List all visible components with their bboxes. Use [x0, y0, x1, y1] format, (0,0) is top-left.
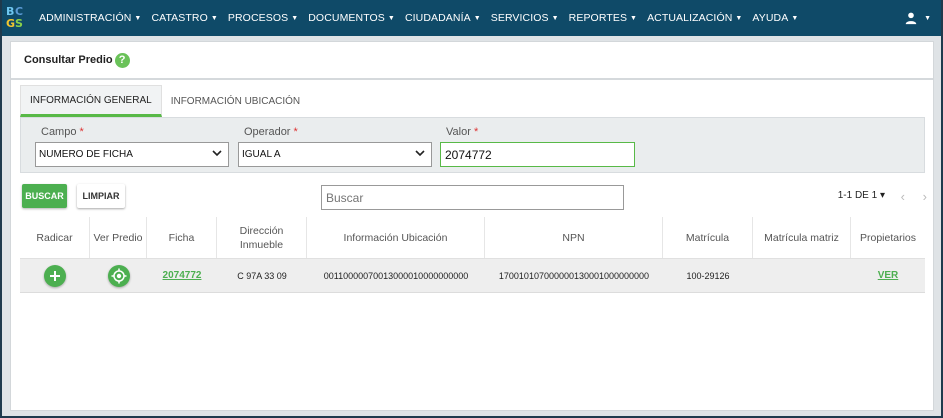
menu-reportes[interactable]: REPORTES ▼	[564, 0, 642, 36]
matricula-matriz-cell	[753, 259, 851, 292]
valor-value: 2074772	[445, 148, 492, 162]
search-input[interactable]	[322, 186, 623, 209]
caret-down-icon: ▾	[879, 190, 885, 201]
caret-down-icon: ▼	[630, 14, 638, 22]
operador-value: IGUAL A	[242, 149, 281, 160]
ficha-link[interactable]: 2074772	[163, 270, 202, 281]
matricula-cell: 100-29126	[686, 270, 730, 281]
column-header[interactable]: Información Ubicación	[307, 217, 485, 258]
page-title: Consultar Predio	[24, 54, 113, 66]
info-ubicacion-cell: 00110000070013000010000000000	[323, 270, 469, 281]
main-content: Consultar Predio ? INFORMACIÓN GENERAL I…	[10, 41, 934, 411]
chevron-right-icon[interactable]: ›	[923, 189, 927, 204]
top-navbar: B C G S ADMINISTRACIÓN ▼ CATASTRO ▼ PROCES…	[0, 0, 943, 36]
plus-icon	[50, 270, 60, 281]
column-header[interactable]: NPN	[485, 217, 663, 258]
valor-input[interactable]: Valor * 2074772	[440, 126, 635, 167]
menu-servicios[interactable]: SERVICIOS ▼	[486, 0, 564, 36]
column-header[interactable]: Dirección Inmueble	[217, 217, 307, 258]
table-row: 2074772 C 97A 33 09 00110000070013000010…	[20, 259, 925, 293]
menu-documentos[interactable]: DOCUMENTOS ▼	[303, 0, 400, 36]
menu-ciudadania[interactable]: CIUDADANÍA ▼	[400, 0, 486, 36]
campo-value: NUMERO DE FICHA	[39, 149, 133, 160]
tab-informacion-ubicacion[interactable]: INFORMACIÓN UBICACIÓN	[162, 85, 309, 117]
results-table: Radicar Ver Predio Ficha Dirección Inmue…	[20, 217, 925, 293]
caret-down-icon: ▼	[735, 14, 743, 22]
help-icon[interactable]: ?	[114, 52, 130, 68]
user-menu[interactable]: ▼	[904, 0, 931, 36]
ver-predio-button[interactable]	[107, 264, 130, 287]
menu-catastro[interactable]: CATASTRO ▼	[146, 0, 222, 36]
chevron-left-icon[interactable]: ‹	[901, 189, 905, 204]
chevron-down-icon	[212, 150, 222, 157]
menu-procesos[interactable]: PROCESOS ▼	[223, 0, 303, 36]
caret-down-icon: ▼	[210, 14, 218, 22]
caret-down-icon: ▼	[473, 14, 481, 22]
buscar-button[interactable]: BUSCAR	[22, 184, 67, 208]
page-header: Consultar Predio ?	[11, 42, 933, 80]
column-header[interactable]: Propietarios	[851, 217, 925, 258]
user-icon	[905, 12, 917, 25]
menu-actualizacion[interactable]: ACTUALIZACIÓN ▼	[642, 0, 747, 36]
pager-range[interactable]: 1-1 DE 1 ▾	[838, 190, 885, 201]
limpiar-button[interactable]: LIMPIAR	[77, 184, 125, 208]
caret-down-icon: ▼	[791, 14, 799, 22]
column-header[interactable]: Ficha	[147, 217, 217, 258]
menu-administracion[interactable]: ADMINISTRACIÓN ▼	[34, 0, 146, 36]
column-header[interactable]: Ver Predio	[90, 217, 147, 258]
search-box	[321, 185, 624, 210]
direccion-cell: C 97A 33 09	[237, 270, 287, 281]
app-logo[interactable]: B C G S	[0, 0, 34, 36]
tab-bar: INFORMACIÓN GENERAL INFORMACIÓN UBICACIÓ…	[20, 85, 309, 117]
locate-icon	[111, 268, 126, 283]
radicar-button[interactable]	[44, 264, 66, 287]
caret-down-icon: ▼	[924, 14, 931, 22]
main-menu: ADMINISTRACIÓN ▼ CATASTRO ▼ PROCESOS ▼ DOCU…	[34, 0, 803, 36]
table-header: Radicar Ver Predio Ficha Dirección Inmue…	[20, 217, 925, 259]
caret-down-icon: ▼	[291, 14, 299, 22]
caret-down-icon: ▼	[134, 14, 142, 22]
table-toolbar: BUSCAR LIMPIAR 1-1 DE 1 ▾ ‹ ›	[20, 184, 927, 210]
menu-ayuda[interactable]: AYUDA ▼	[747, 0, 803, 36]
filter-panel: Campo * NUMERO DE FICHA Operador * IGUAL…	[20, 117, 925, 173]
operador-select[interactable]: Operador * IGUAL A	[238, 126, 432, 167]
tab-informacion-general[interactable]: INFORMACIÓN GENERAL	[20, 85, 162, 117]
column-header[interactable]: Matrícula matriz	[753, 217, 851, 258]
caret-down-icon: ▼	[551, 14, 559, 22]
column-header[interactable]: Radicar	[20, 217, 90, 258]
npn-cell: 170010107000000130001000000000	[498, 270, 650, 281]
campo-select[interactable]: Campo * NUMERO DE FICHA	[35, 126, 229, 167]
ver-propietarios-link[interactable]: VER	[878, 270, 899, 281]
chevron-down-icon	[415, 150, 425, 157]
column-header[interactable]: Matrícula	[663, 217, 753, 258]
caret-down-icon: ▼	[387, 14, 395, 22]
